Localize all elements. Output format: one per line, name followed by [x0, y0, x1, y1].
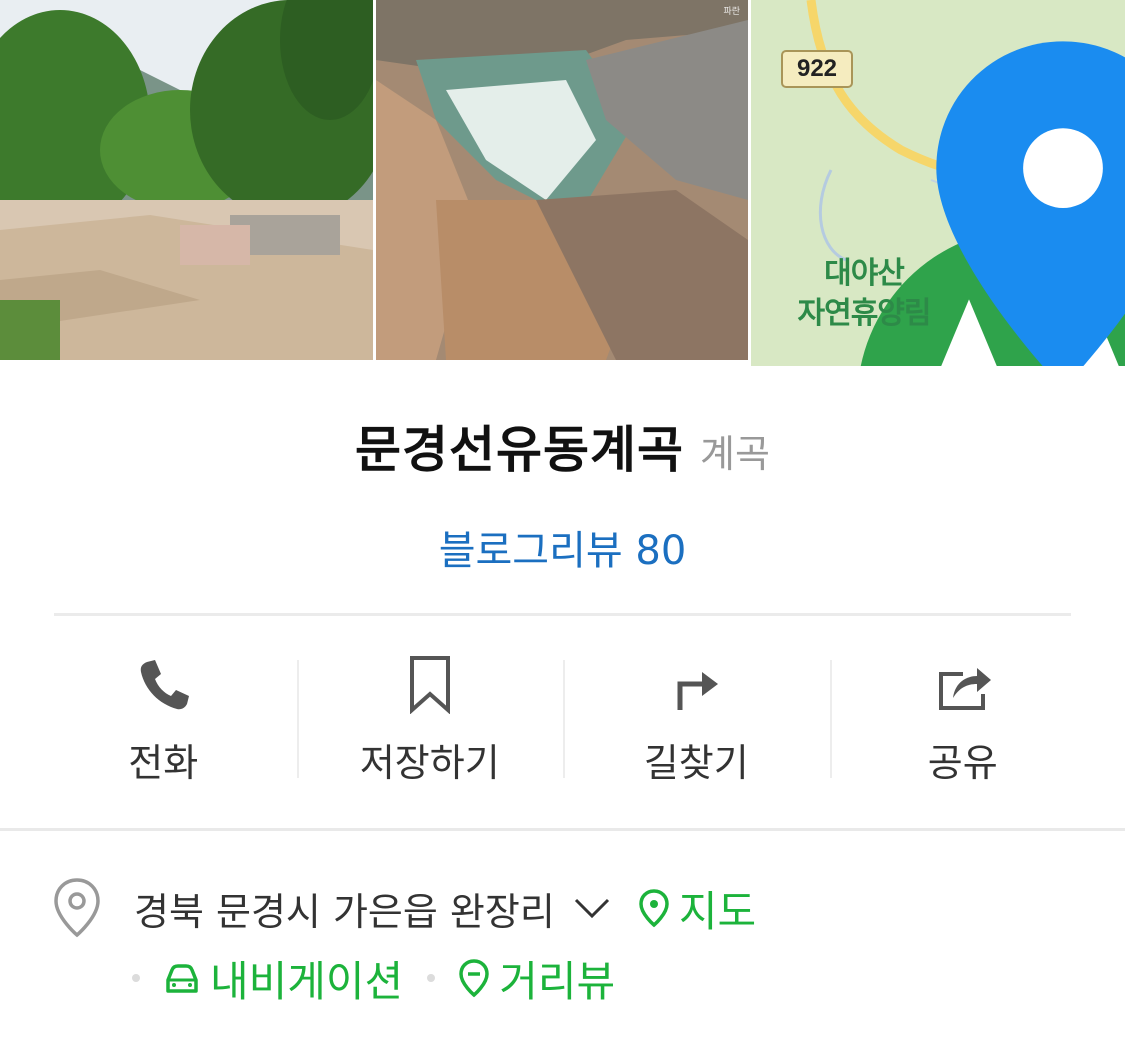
location-outline-icon — [54, 878, 100, 938]
car-icon — [166, 964, 198, 993]
valley-photo-2[interactable]: 파란 — [376, 0, 748, 360]
address-links-row: 내비게이션 거리뷰 — [128, 946, 615, 1010]
navigation-link[interactable]: 내비게이션 — [162, 948, 403, 1009]
separator-dot — [132, 974, 140, 982]
map-pin-icon — [639, 889, 669, 928]
directions-icon — [677, 672, 719, 710]
action-bar: 전화 저장하기 길찾기 공유 — [30, 640, 1096, 790]
stream-photo-image — [376, 0, 748, 360]
place-name: 문경선유동계곡 — [355, 421, 685, 479]
address-row: 경북 문경시 가은읍 완장리 지도 — [52, 876, 756, 940]
place-header: 문경선유동계곡 계곡 블로그리뷰 80 — [0, 410, 1125, 576]
separator-dot — [427, 974, 436, 982]
photo-strip: 파란 922 대야산 자연휴양림 — [0, 0, 1125, 366]
photo-watermark: 파란 — [723, 7, 740, 17]
map-thumbnail[interactable]: 922 대야산 자연휴양림 — [751, 0, 1125, 366]
map-link[interactable]: 지도 — [637, 878, 756, 939]
save-label: 저장하기 — [359, 741, 500, 785]
bookmark-icon — [409, 656, 450, 714]
call-button[interactable]: 전화 — [30, 640, 297, 790]
streetview-link[interactable]: 거리뷰 — [457, 948, 615, 1009]
streetview-icon — [459, 959, 489, 998]
call-label: 전화 — [128, 741, 199, 785]
review-label: 블로그리뷰 — [438, 528, 623, 574]
streetview-link-label: 거리뷰 — [499, 956, 616, 1006]
save-button[interactable]: 저장하기 — [296, 640, 564, 790]
share-button[interactable]: 공유 — [829, 640, 1097, 790]
valley-photo-image — [0, 0, 373, 360]
chevron-down-icon[interactable] — [573, 895, 611, 921]
map-link-label: 지도 — [678, 886, 757, 936]
directions-button[interactable]: 길찾기 — [563, 640, 830, 790]
share-icon — [938, 668, 991, 710]
phone-icon — [141, 660, 190, 710]
title-row: 문경선유동계곡 계곡 — [0, 410, 1125, 502]
place-category: 계곡 — [700, 432, 770, 476]
navigation-link-label: 내비게이션 — [210, 956, 404, 1006]
review-count: 80 — [635, 528, 687, 574]
location-pin-icon — [936, 41, 1125, 366]
address-text: 경북 문경시 가은읍 완장리 — [134, 889, 555, 934]
section-divider-2 — [0, 828, 1125, 831]
section-divider — [54, 613, 1071, 616]
valley-photo-1[interactable] — [0, 0, 373, 360]
directions-label: 길찾기 — [643, 741, 749, 785]
road-number-badge: 922 — [781, 50, 853, 88]
share-label: 공유 — [927, 741, 998, 785]
blog-review-link[interactable]: 블로그리뷰 80 — [439, 518, 687, 576]
